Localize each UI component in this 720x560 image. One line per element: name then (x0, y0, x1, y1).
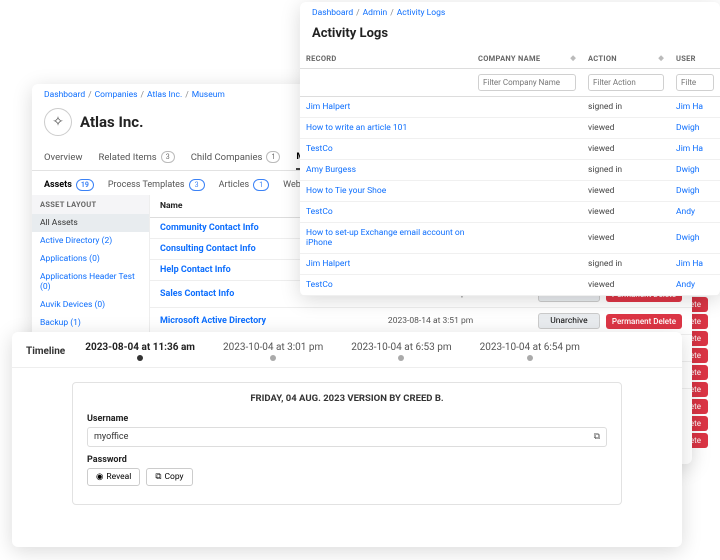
action-cell: signed in (582, 254, 670, 275)
user-link[interactable]: Jim Ha (670, 139, 720, 160)
table-row: How to Tie your Shoe viewedDwigh (300, 181, 720, 202)
sidebar-header: ASSET LAYOUT (32, 195, 149, 214)
timeline-panel: Timeline 2023-08-04 at 11:36 am 2023-10-0… (12, 332, 682, 547)
sidebar-item[interactable]: Applications Header Test (0) (32, 268, 149, 296)
record-link[interactable]: TestCo (300, 202, 472, 223)
col-user[interactable]: USER (670, 49, 720, 69)
tab-related-items[interactable]: Related Items3 (99, 144, 175, 170)
breadcrumb-item[interactable]: Dashboard (312, 8, 353, 18)
username-value: myoffice (94, 432, 128, 442)
timeline-point[interactable]: 2023-10-04 at 3:01 pm (223, 342, 323, 361)
action-cell: viewed (582, 139, 670, 160)
action-cell: signed in (582, 97, 670, 118)
password-label: Password (87, 455, 607, 465)
sidebar-item[interactable]: Backup (1) (32, 314, 149, 332)
action-cell: viewed (582, 223, 670, 254)
user-link[interactable]: Dwigh (670, 160, 720, 181)
table-row: Microsoft Active Directory2023-08-14 at … (150, 308, 692, 335)
breadcrumb: Dashboard/Admin/Activity Logs (300, 2, 720, 22)
username-label: Username (87, 414, 607, 424)
subtab-articles[interactable]: Articles1 (219, 179, 270, 191)
tab-overview[interactable]: Overview (44, 144, 83, 170)
company-name: Atlas Inc. (80, 113, 143, 131)
copy-button[interactable]: ⧉Copy (146, 468, 192, 486)
reveal-button[interactable]: ◉Reveal (87, 468, 140, 486)
record-link[interactable]: Jim Halpert (300, 97, 472, 118)
sidebar-item[interactable]: Applications (0) (32, 250, 149, 268)
asset-date: 2023-08-14 at 3:51 pm (388, 316, 538, 326)
table-row: How to set-up Exchange email account on … (300, 223, 720, 254)
table-row: Amy Burgess signed inDwigh (300, 160, 720, 181)
record-link[interactable]: How to write an article 101 (300, 118, 472, 139)
sort-icon: ◆ (570, 54, 576, 62)
user-link[interactable]: Dwigh (670, 118, 720, 139)
record-link[interactable]: Amy Burgess (300, 160, 472, 181)
timeline-label: Timeline (26, 346, 65, 357)
filter-user-input[interactable] (676, 74, 714, 91)
col-company[interactable]: COMPANY NAME◆ (472, 49, 582, 69)
unarchive-button[interactable]: Unarchive (538, 313, 600, 329)
timeline-point[interactable]: 2023-10-04 at 6:53 pm (351, 342, 451, 361)
record-link[interactable]: How to Tie your Shoe (300, 181, 472, 202)
table-row: TestCo viewedAndy (300, 202, 720, 223)
user-link[interactable]: Dwigh (670, 223, 720, 254)
col-action[interactable]: ACTION◆ (582, 49, 670, 69)
record-link[interactable]: How to set-up Exchange email account on … (300, 223, 472, 254)
activity-title: Activity Logs (300, 22, 720, 49)
breadcrumb-item[interactable]: Activity Logs (397, 8, 446, 18)
action-cell: signed in (582, 160, 670, 181)
table-row: TestCo viewedJim Ha (300, 139, 720, 160)
table-row: How to write an article 101 viewedDwigh (300, 118, 720, 139)
record-link[interactable]: TestCo (300, 139, 472, 160)
activity-table: RECORD COMPANY NAME◆ ACTION◆ USER Jim Ha… (300, 49, 720, 296)
sidebar-item[interactable]: All Assets (32, 214, 149, 232)
col-record[interactable]: RECORD (300, 49, 472, 69)
activity-panel: Dashboard/Admin/Activity Logs Activity L… (300, 2, 720, 296)
subtab-process-templates[interactable]: Process Templates3 (108, 179, 205, 191)
filter-action-input[interactable] (588, 74, 664, 91)
permanent-delete-button[interactable]: Permanent Delete (606, 314, 682, 329)
timeline-point[interactable]: 2023-10-04 at 6:54 pm (480, 342, 580, 361)
breadcrumb-item[interactable]: Atlas Inc. (147, 90, 182, 100)
record-link[interactable]: Jim Halpert (300, 254, 472, 275)
table-row: Jim Halpert signed inJim Ha (300, 254, 720, 275)
subtab-assets[interactable]: Assets19 (44, 179, 94, 191)
sidebar-item[interactable]: Active Directory (2) (32, 232, 149, 250)
breadcrumb-item[interactable]: Museum (192, 90, 225, 100)
eye-icon: ◉ (96, 472, 103, 482)
user-link[interactable]: Jim Ha (670, 254, 720, 275)
copy-icon: ⧉ (155, 472, 161, 482)
version-header: FRIDAY, 04 AUG. 2023 VERSION BY CREED B. (87, 393, 607, 404)
user-link[interactable]: Andy (670, 202, 720, 223)
action-cell: viewed (582, 275, 670, 296)
user-link[interactable]: Jim Ha (670, 97, 720, 118)
action-cell: viewed (582, 118, 670, 139)
table-row: Jim Halpert signed inJim Ha (300, 97, 720, 118)
user-link[interactable]: Andy (670, 275, 720, 296)
version-card: FRIDAY, 04 AUG. 2023 VERSION BY CREED B.… (72, 382, 622, 505)
compass-icon: ✧ (44, 108, 72, 136)
username-field: myoffice ⧉ (87, 427, 607, 447)
user-link[interactable]: Dwigh (670, 181, 720, 202)
sidebar-item[interactable]: Auvik Devices (0) (32, 296, 149, 314)
timeline-bar: Timeline 2023-08-04 at 11:36 am 2023-10-0… (12, 332, 682, 368)
sort-icon: ◆ (658, 54, 664, 62)
action-cell: viewed (582, 181, 670, 202)
action-cell: viewed (582, 202, 670, 223)
breadcrumb-item[interactable]: Companies (95, 90, 138, 100)
copy-icon[interactable]: ⧉ (594, 432, 600, 442)
breadcrumb-item[interactable]: Dashboard (44, 90, 85, 100)
filter-company-input[interactable] (478, 74, 576, 91)
timeline-point[interactable]: 2023-08-04 at 11:36 am (85, 342, 195, 361)
record-link[interactable]: TestCo (300, 275, 472, 296)
tab-child-companies[interactable]: Child Companies1 (191, 144, 281, 170)
breadcrumb-item[interactable]: Admin (363, 8, 388, 18)
asset-link[interactable]: Microsoft Active Directory (160, 316, 388, 326)
table-row: TestCo viewedAndy (300, 275, 720, 296)
